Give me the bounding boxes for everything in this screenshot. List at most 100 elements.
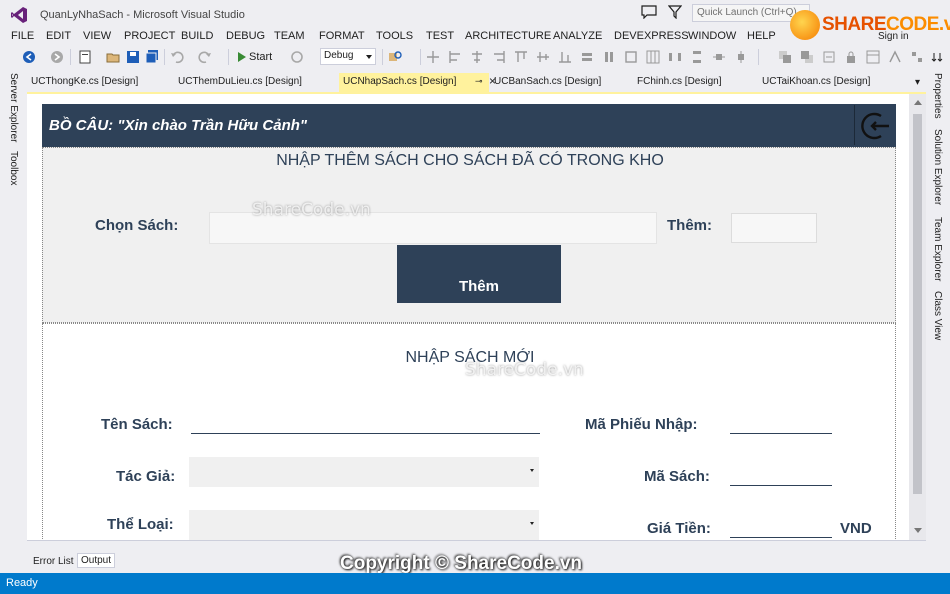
author-select[interactable]: [189, 457, 539, 487]
align-bottom-icon[interactable]: [558, 50, 572, 64]
menu-format[interactable]: FORMAT: [319, 30, 365, 42]
menu-team[interactable]: TEAM: [274, 30, 305, 42]
new-project-icon[interactable]: [78, 50, 92, 64]
tab-fchinh[interactable]: FChinh.cs [Design]: [637, 76, 721, 87]
tab-ucthemdulieu[interactable]: UCThemDuLieu.cs [Design]: [178, 76, 302, 87]
menu-test[interactable]: TEST: [426, 30, 454, 42]
size-to-grid-icon[interactable]: [646, 50, 660, 64]
tab-uctaikhoan[interactable]: UCTaiKhoan.cs [Design]: [762, 76, 870, 87]
menu-edit[interactable]: EDIT: [46, 30, 71, 42]
visual-studio-logo-icon: [11, 7, 27, 23]
logout-button[interactable]: [854, 105, 896, 145]
same-width-icon[interactable]: [580, 50, 594, 64]
undo-icon[interactable]: [170, 50, 184, 64]
menu-file[interactable]: FILE: [11, 30, 34, 42]
align-left-icon[interactable]: [448, 50, 462, 64]
toolbar-overflow-icon[interactable]: [930, 50, 944, 64]
play-icon: [238, 52, 246, 62]
scroll-thumb[interactable]: [913, 114, 922, 494]
tab-error-list[interactable]: Error List: [31, 555, 76, 568]
same-height-icon[interactable]: [602, 50, 616, 64]
lock-controls-icon[interactable]: [844, 50, 858, 64]
tab-output[interactable]: Output: [77, 553, 116, 568]
vertical-spacing-icon[interactable]: [690, 50, 704, 64]
toolbox-tab[interactable]: Toolbox: [8, 151, 19, 185]
forward-icon[interactable]: [50, 50, 64, 64]
horizontal-spacing-icon[interactable]: [668, 50, 682, 64]
align-grid-icon[interactable]: [426, 50, 440, 64]
menu-devexpress[interactable]: DEVEXPRESS: [614, 30, 689, 42]
form-header: BỒ CÂU: "Xin chào Trần Hữu Cảnh": [42, 104, 896, 147]
refresh-icon[interactable]: [290, 50, 304, 64]
center-horizontally-icon[interactable]: [712, 50, 726, 64]
snap-icon[interactable]: [910, 50, 924, 64]
align-center-icon[interactable]: [470, 50, 484, 64]
tab-ucbansach[interactable]: UCBanSach.cs [Design]: [494, 76, 601, 87]
logout-icon: [861, 112, 889, 140]
chevron-down-icon: [530, 469, 534, 472]
align-right-icon[interactable]: [492, 50, 506, 64]
book-name-input[interactable]: [191, 433, 540, 434]
tab-ucnhapsach[interactable]: UCNhapSach.cs [Design] ⊸ ×: [339, 73, 496, 93]
add-quantity-label: Thêm:: [667, 217, 712, 234]
tab-ucthongke[interactable]: UCThongKe.cs [Design]: [31, 76, 138, 87]
filter-icon[interactable]: [668, 5, 682, 19]
start-debug-button[interactable]: Start: [238, 49, 272, 65]
menu-analyze[interactable]: ANALYZE: [553, 30, 602, 42]
restock-panel-title: NHẬP THÊM SÁCH CHO SÁCH ĐÃ CÓ TRONG KHO: [276, 152, 664, 169]
receipt-id-input[interactable]: [730, 433, 832, 434]
status-bar: Ready: [0, 573, 950, 594]
menu-build[interactable]: BUILD: [181, 30, 213, 42]
center-vertically-icon[interactable]: [734, 50, 748, 64]
format-icon[interactable]: [888, 50, 902, 64]
scroll-down-icon[interactable]: [914, 528, 922, 533]
add-quantity-input[interactable]: [731, 213, 817, 243]
configuration-value: Debug: [324, 50, 354, 61]
choose-book-label: Chọn Sách:: [95, 217, 179, 234]
price-input[interactable]: [730, 537, 832, 538]
open-file-icon[interactable]: [106, 50, 120, 64]
add-stock-button[interactable]: Thêm: [397, 245, 561, 303]
back-icon[interactable]: [22, 50, 36, 64]
category-select[interactable]: [189, 510, 539, 540]
menu-view[interactable]: VIEW: [83, 30, 111, 42]
vertical-scrollbar[interactable]: [909, 94, 926, 540]
menu-debug[interactable]: DEBUG: [226, 30, 265, 42]
save-all-icon[interactable]: [145, 50, 159, 64]
menu-tools[interactable]: TOOLS: [376, 30, 413, 42]
title-bar: QuanLyNhaSach - Microsoft Visual Studio …: [0, 0, 950, 40]
redo-icon[interactable]: [198, 50, 212, 64]
menu-project[interactable]: PROJECT: [124, 30, 175, 42]
sign-in-link[interactable]: Sign in: [878, 31, 909, 42]
bring-to-front-icon[interactable]: [778, 50, 792, 64]
find-icon[interactable]: [388, 50, 402, 64]
feedback-icon[interactable]: [641, 5, 657, 19]
properties-tab[interactable]: Properties: [932, 73, 943, 119]
configuration-select[interactable]: Debug: [320, 48, 376, 65]
send-to-back-icon[interactable]: [800, 50, 814, 64]
scroll-up-icon[interactable]: [914, 100, 922, 105]
book-name-label: Tên Sách:: [101, 416, 173, 433]
menu-bar: FILE EDIT VIEW PROJECT BUILD DEBUG TEAM …: [0, 28, 950, 45]
server-explorer-tab[interactable]: Server Explorer: [8, 73, 19, 142]
tab-order-icon[interactable]: [822, 50, 836, 64]
layout-icon[interactable]: [866, 50, 880, 64]
menu-window[interactable]: WINDOW: [688, 30, 736, 42]
team-explorer-tab[interactable]: Team Explorer: [932, 217, 943, 281]
align-top-icon[interactable]: [514, 50, 528, 64]
book-id-input[interactable]: [730, 485, 832, 486]
class-view-tab[interactable]: Class View: [932, 291, 943, 340]
tab-overflow-icon[interactable]: ▾: [915, 77, 920, 88]
chevron-down-icon: [366, 55, 372, 59]
align-middle-icon[interactable]: [536, 50, 550, 64]
receipt-id-label: Mã Phiếu Nhập:: [585, 416, 698, 433]
designer-surface: BỒ CÂU: "Xin chào Trần Hữu Cảnh" NHẬP TH…: [27, 94, 909, 540]
same-size-icon[interactable]: [624, 50, 638, 64]
right-tool-windows: Properties Solution Explorer Team Explor…: [926, 69, 950, 573]
save-icon[interactable]: [126, 50, 140, 64]
pin-icon[interactable]: ⊸: [475, 76, 483, 87]
menu-help[interactable]: HELP: [747, 30, 776, 42]
chevron-down-icon: [530, 522, 534, 525]
menu-architecture[interactable]: ARCHITECTURE: [465, 30, 551, 42]
solution-explorer-tab[interactable]: Solution Explorer: [932, 129, 943, 205]
